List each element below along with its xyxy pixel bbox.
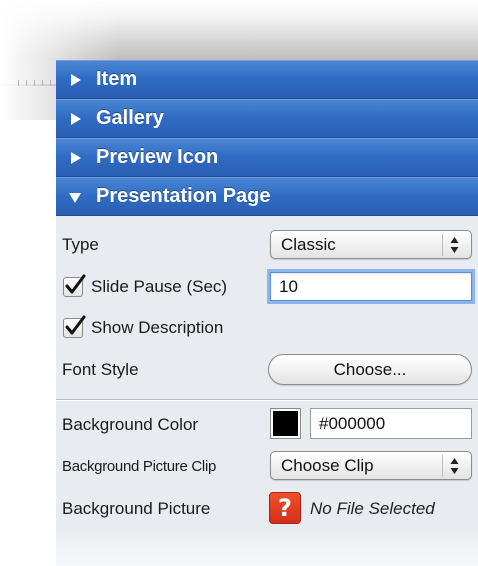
background-color-value: #000000 — [319, 414, 386, 433]
font-style-label: Font Style — [62, 360, 139, 379]
disclosure-right-icon — [71, 74, 81, 86]
background-ruler-ticks — [18, 80, 54, 88]
background-clip-popup-value: Choose Clip — [281, 456, 374, 475]
background-clip-popup[interactable]: Choose Clip — [270, 451, 472, 480]
background-color-swatch[interactable] — [270, 408, 301, 439]
inspector-panel: Item Gallery Preview Icon Presentation P… — [56, 60, 478, 566]
slide-pause-value: 10 — [279, 277, 298, 296]
section-header-label: Gallery — [96, 107, 164, 129]
checkmark-icon — [65, 274, 86, 294]
section-header-preview-icon[interactable]: Preview Icon — [56, 138, 478, 177]
popup-arrows-icon — [442, 234, 465, 256]
background-picture-label: Background Picture — [62, 499, 211, 518]
slide-pause-label: Slide Pause (Sec) — [91, 277, 228, 296]
section-header-label: Item — [96, 68, 138, 90]
background-window — [0, 60, 56, 120]
disclosure-down-icon — [69, 193, 81, 203]
disclosure-right-icon — [71, 113, 81, 125]
panel-bottom-fade — [56, 526, 478, 566]
slide-pause-input[interactable]: 10 — [270, 272, 472, 301]
color-swatch-fill — [273, 411, 298, 436]
slide-pause-checkbox[interactable] — [63, 274, 86, 297]
checkmark-icon — [65, 315, 86, 335]
font-style-choose-button[interactable]: Choose... — [268, 354, 472, 385]
section-header-item[interactable]: Item — [56, 60, 478, 99]
section-header-label: Presentation Page — [96, 185, 271, 207]
section-header-presentation-page[interactable]: Presentation Page — [56, 177, 478, 216]
popup-arrows-icon — [442, 455, 465, 477]
type-popup[interactable]: Classic — [270, 230, 472, 259]
background-color-input[interactable]: #000000 — [310, 408, 472, 439]
no-file-selected-text: No File Selected — [310, 499, 435, 518]
background-picture-clip-label: Background Picture Clip — [62, 458, 217, 475]
question-mark-icon[interactable]: ? — [269, 492, 301, 524]
section-header-gallery[interactable]: Gallery — [56, 99, 478, 138]
show-description-label: Show Description — [91, 318, 224, 337]
background-color-label: Background Color — [62, 415, 199, 434]
type-popup-value: Classic — [281, 235, 336, 254]
divider-highlight — [56, 400, 478, 401]
disclosure-right-icon — [71, 152, 81, 164]
show-description-checkbox[interactable] — [63, 315, 86, 338]
toolbar-fade — [0, 0, 120, 60]
section-header-label: Preview Icon — [96, 146, 219, 168]
type-label: Type — [62, 235, 99, 254]
